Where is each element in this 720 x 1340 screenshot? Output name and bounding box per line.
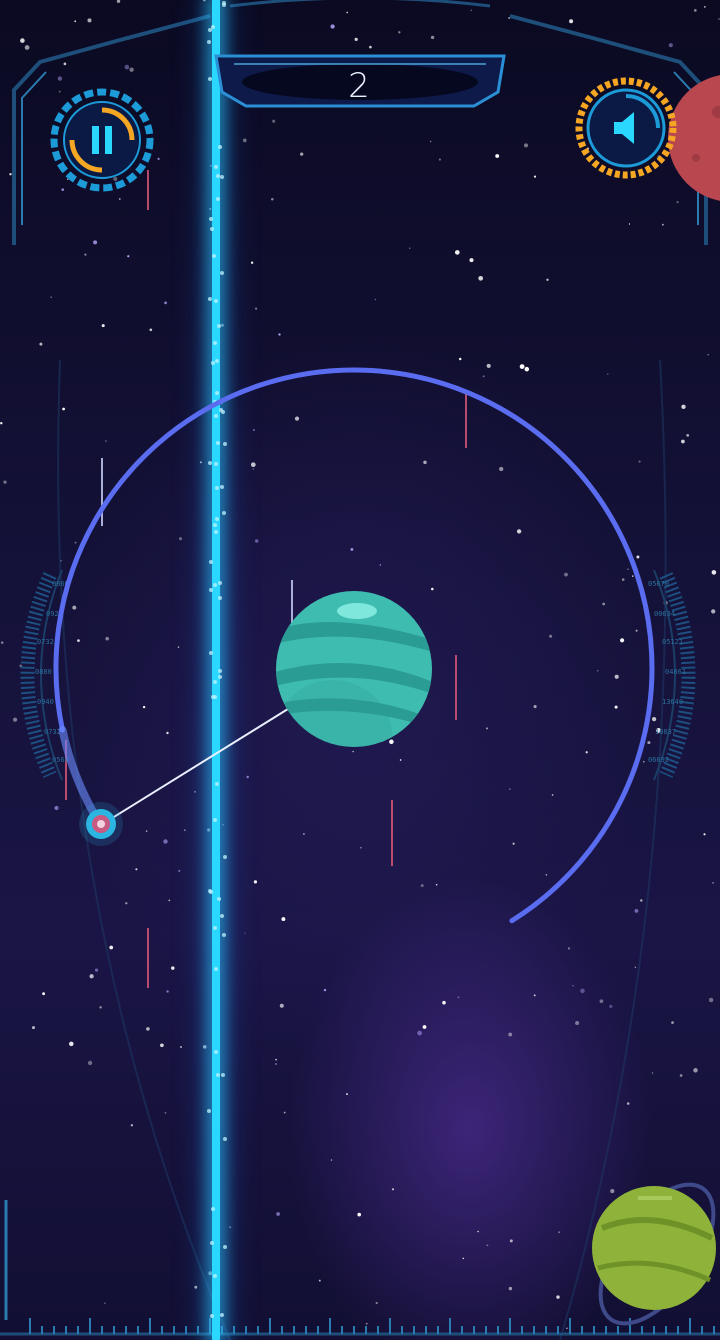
sound-button[interactable] <box>574 76 678 180</box>
green-ringed-planet <box>592 1182 716 1326</box>
player-orb[interactable] <box>78 801 124 847</box>
center-planet <box>276 591 432 747</box>
pause-button[interactable] <box>50 88 154 192</box>
pause-icon <box>50 88 154 192</box>
speaker-icon <box>575 77 677 179</box>
game-screen: 0860 0920 0732 0880 0940 0732 0560 05670… <box>0 0 720 1340</box>
